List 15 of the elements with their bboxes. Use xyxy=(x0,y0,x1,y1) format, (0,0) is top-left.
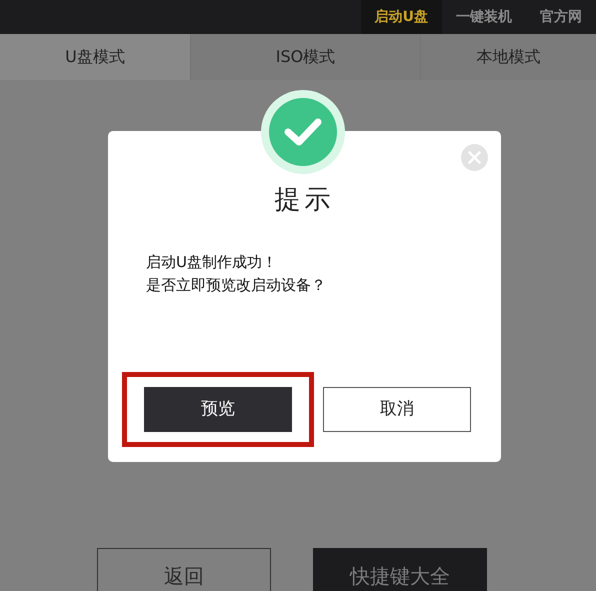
nav-tab[interactable]: 启动U盘 xyxy=(360,0,442,34)
message-line: 是否立即预览改启动设备？ xyxy=(146,275,326,296)
preview-button[interactable]: 预览 xyxy=(144,387,292,432)
close-button[interactable] xyxy=(461,144,488,171)
x-icon xyxy=(468,151,481,164)
nav-tab[interactable]: 一键装机 xyxy=(442,0,526,34)
bottom-button[interactable]: 快捷键大全 xyxy=(313,548,487,591)
nav-tab[interactable]: 官方网 xyxy=(526,0,596,34)
cancel-button[interactable]: 取消 xyxy=(323,387,471,432)
mode-tab[interactable]: U盘模式 xyxy=(0,34,190,80)
mode-tab[interactable]: ISO模式 xyxy=(190,34,420,80)
mode-tab[interactable]: 本地模式 xyxy=(420,34,596,80)
bottom-button[interactable]: 返回 xyxy=(97,548,271,591)
dialog-title: 提示 xyxy=(274,184,336,217)
message-line: 启动U盘制作成功！ xyxy=(146,252,278,273)
